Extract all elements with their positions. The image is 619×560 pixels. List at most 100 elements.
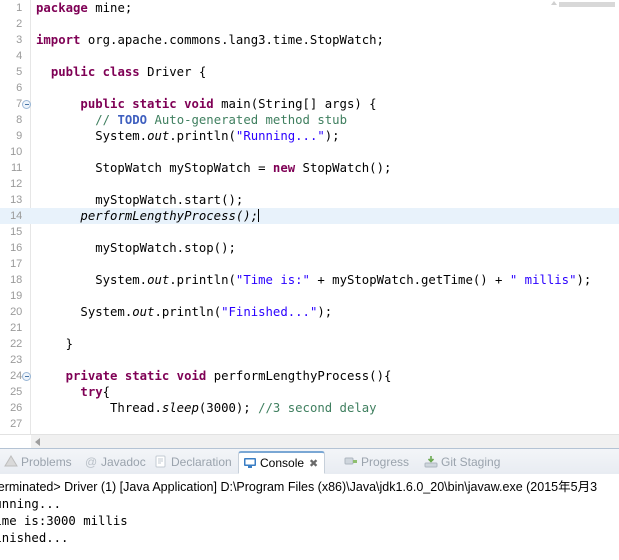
line-number: 10 — [10, 146, 22, 158]
code-line[interactable]: 15 — [0, 224, 619, 240]
line-text: package mine; — [36, 1, 133, 15]
code-line[interactable]: 10 — [0, 144, 619, 160]
line-text: private static void performLengthyProces… — [65, 369, 392, 383]
code-area[interactable]: 1 package mine; 2 3 import org.apache.common… — [0, 0, 619, 434]
code-line[interactable]: 19 — [0, 288, 619, 304]
code-line[interactable]: 26 Thread.sleep(3000); //3 second delay — [0, 400, 619, 416]
line-text: System.out.println("Running..."); — [36, 129, 340, 143]
line-number: 23 — [10, 354, 22, 366]
code-line[interactable]: 3 import org.apache.commons.lang3.time.St… — [0, 32, 619, 48]
line-number: 8 — [16, 114, 22, 126]
line-number: 19 — [10, 290, 22, 302]
line-text: Thread.sleep(3000); //3 second delay — [36, 401, 377, 415]
text-caret — [258, 209, 260, 222]
code-line[interactable]: 6 — [0, 80, 619, 96]
code-line[interactable]: 18 System.out.println("Time is:" + mySto… — [0, 272, 619, 288]
line-number: 16 — [10, 242, 22, 254]
line-number: 15 — [10, 226, 22, 238]
line-number: 20 — [10, 306, 22, 318]
line-text: import org.apache.commons.lang3.time.Sto… — [36, 33, 384, 47]
line-number: 3 — [16, 34, 22, 46]
code-line[interactable]: 8 // TODO Auto-generated method stub — [0, 112, 619, 128]
tab-label: Console — [260, 456, 305, 470]
line-number: 9 — [16, 130, 22, 142]
scrollbar-corner — [0, 434, 31, 448]
tab-label: Javadoc — [101, 455, 146, 469]
code-line[interactable]: 12 — [0, 176, 619, 192]
code-fold-collapse-icon[interactable] — [22, 372, 31, 381]
view-tab-bar[interactable]: Problems @ Javadoc Declaration Console ✖ Progr… — [0, 449, 619, 475]
code-line[interactable]: 20 System.out.println("Finished..."); — [0, 304, 619, 320]
code-line[interactable]: 2 — [0, 16, 619, 32]
java-editor[interactable]: 1 package mine; 2 3 import org.apache.common… — [0, 0, 619, 434]
line-text: System.out.println("Finished..."); — [36, 305, 333, 319]
console-icon — [243, 455, 257, 468]
line-number: 17 — [10, 258, 22, 270]
code-fold-collapse-icon[interactable] — [22, 100, 31, 109]
line-text: public class Driver { — [50, 65, 207, 79]
line-number: 5 — [16, 66, 22, 78]
line-number: 21 — [10, 322, 22, 334]
line-text: performLengthyProcess(); — [80, 209, 260, 223]
tab-label: Problems — [21, 455, 72, 469]
tab-label: Git Staging — [441, 455, 501, 469]
code-line[interactable]: 5 public class Driver { — [0, 64, 619, 80]
code-line[interactable]: 7 public static void main(String[] args)… — [0, 96, 619, 112]
code-line[interactable]: 17 — [0, 256, 619, 272]
javadoc-icon: @ — [84, 453, 98, 469]
code-line[interactable]: 14 performLengthyProcess(); — [0, 208, 619, 224]
line-text: } — [36, 337, 74, 351]
horizontal-scrollbar[interactable] — [31, 434, 619, 448]
line-text: public static void main(String[] args) { — [80, 97, 377, 111]
line-text: StopWatch myStopWatch = new StopWatch(); — [36, 161, 392, 175]
tab-label: Progress — [361, 455, 410, 469]
tab-label: Declaration — [171, 455, 232, 469]
line-number: 13 — [10, 194, 22, 206]
line-number: 11 — [10, 162, 22, 174]
code-line[interactable]: 23 — [0, 352, 619, 368]
declaration-icon — [154, 453, 168, 468]
tab-declaration[interactable]: Declaration — [150, 451, 238, 474]
code-line[interactable]: 22 } — [0, 336, 619, 352]
svg-text:@: @ — [85, 455, 97, 468]
bottom-view-panel: Problems @ Javadoc Declaration Console ✖ Progr… — [0, 448, 619, 560]
console-output-text: Running... Time is:3000 millis Finished.… — [0, 497, 128, 545]
close-icon[interactable]: ✖ — [309, 454, 318, 475]
tab-progress[interactable]: Progress — [340, 451, 415, 474]
code-line[interactable]: 21 — [0, 320, 619, 336]
line-text: System.out.println("Time is:" + myStopWa… — [36, 273, 592, 287]
code-line[interactable]: 25 try{ — [0, 384, 619, 400]
code-lines[interactable]: 1 package mine; 2 3 import org.apache.common… — [0, 0, 619, 434]
code-line[interactable]: 4 — [0, 48, 619, 64]
tab-console[interactable]: Console ✖ — [238, 451, 326, 475]
problems-icon — [4, 453, 18, 467]
code-line[interactable]: 13 myStopWatch.start(); — [0, 192, 619, 208]
code-line[interactable]: 9 System.out.println("Running..."); — [0, 128, 619, 144]
line-text: try{ — [80, 385, 111, 399]
line-number: 7 — [16, 98, 22, 110]
line-text: myStopWatch.start(); — [36, 193, 244, 207]
code-line[interactable]: 24 private static void performLengthyPro… — [0, 368, 619, 384]
line-number: 25 — [10, 386, 22, 398]
tab-javadoc[interactable]: @ Javadoc — [80, 451, 152, 474]
line-number: 22 — [10, 338, 22, 350]
code-line[interactable]: 16 myStopWatch.stop(); — [0, 240, 619, 256]
code-line[interactable]: 27 — [0, 416, 619, 432]
line-number: 2 — [16, 18, 22, 30]
progress-icon — [344, 453, 358, 466]
console-view[interactable]: <terminated> Driver (1) [Java Applicatio… — [0, 474, 619, 560]
line-number: 4 — [16, 50, 22, 62]
eclipse-ide-window: 1 package mine; 2 3 import org.apache.common… — [0, 0, 619, 560]
tab-problems[interactable]: Problems — [0, 451, 78, 474]
line-number: 14 — [10, 210, 22, 222]
tab-git-staging[interactable]: Git Staging — [420, 451, 506, 474]
code-line[interactable]: 11 StopWatch myStopWatch = new StopWatch… — [0, 160, 619, 176]
line-number: 12 — [10, 178, 22, 190]
git-staging-icon — [424, 453, 438, 468]
line-number: 6 — [16, 82, 22, 94]
scroll-left-arrow-icon[interactable] — [35, 438, 40, 446]
line-number: 26 — [10, 402, 22, 414]
line-text: // TODO Auto-generated method stub — [95, 113, 347, 127]
line-number: 18 — [10, 274, 22, 286]
code-line[interactable]: 1 package mine; — [0, 0, 619, 16]
